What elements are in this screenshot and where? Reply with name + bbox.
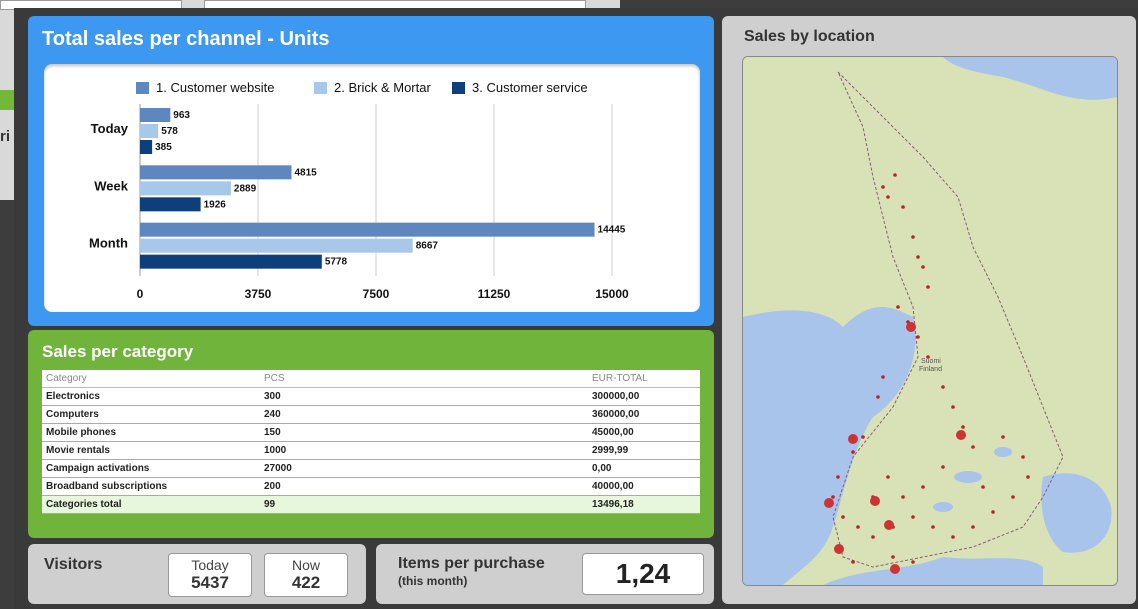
- column-header: EUR-TOTAL: [588, 370, 700, 388]
- bar-value-label: 578: [161, 126, 178, 137]
- map-label-suomi: Suomi: [921, 358, 941, 365]
- bar-value-label: 2889: [234, 183, 257, 194]
- category-name: Movie rentals: [42, 441, 260, 460]
- x-tick-label: 7500: [363, 287, 390, 301]
- category-pcs: 27000: [260, 459, 588, 478]
- bar-value-label: 4815: [295, 167, 318, 178]
- channel-sales-panel: Total sales per channel - Units 1. Custo…: [28, 16, 714, 326]
- category-table: Category PCS EUR-TOTAL Electronics 300 3…: [42, 370, 700, 514]
- category-name: Broadband subscriptions: [42, 477, 260, 496]
- channel-bar-chart: 1. Customer website 2. Brick & Mortar 3. C…: [89, 80, 629, 301]
- bar: [140, 197, 201, 212]
- bar-value-label: 14445: [598, 225, 626, 236]
- bar: [140, 254, 322, 269]
- x-tick-label: 15000: [595, 287, 629, 301]
- category-eur: 2999,99: [588, 441, 700, 460]
- bar-value-label: 385: [155, 142, 172, 153]
- bar: [140, 165, 292, 180]
- bar: [140, 181, 231, 196]
- bar: [140, 108, 171, 122]
- lake: [954, 471, 982, 483]
- x-tick-label: 0: [137, 287, 144, 301]
- table-total-row: Categories total 99 13496,18: [42, 495, 700, 514]
- channel-panel-title: Total sales per channel - Units: [42, 28, 330, 50]
- category-label: Week: [94, 178, 128, 193]
- category-pcs: 150: [260, 423, 588, 442]
- table-row: Electronics 300 300000,00: [42, 387, 700, 406]
- legend-swatch: [136, 82, 149, 94]
- category-eur: 40000,00: [588, 477, 700, 496]
- visitors-now-label: Now: [291, 557, 320, 573]
- category-pcs: 300: [260, 387, 588, 406]
- background-green-block: [0, 90, 14, 110]
- legend-label: 3. Customer service: [472, 80, 588, 95]
- map-label-finland: Finland: [919, 366, 942, 373]
- bar-value-label: 963: [173, 110, 190, 121]
- visitors-title: Visitors: [44, 556, 103, 573]
- map-graphic: Suomi Finland: [743, 57, 1117, 585]
- items-subtitle: (this month): [398, 574, 468, 588]
- visitors-today-label: Today: [191, 557, 229, 573]
- total-eur: 13496,18: [588, 495, 700, 514]
- lake: [933, 502, 953, 512]
- column-header: Category: [42, 370, 260, 388]
- category-eur: 360000,00: [588, 405, 700, 424]
- category-sales-panel: Sales per category Category PCS EUR-TOTA…: [28, 330, 714, 538]
- total-pcs: 99: [260, 495, 588, 514]
- legend-label: 1. Customer website: [156, 80, 275, 95]
- table-row: Campaign activations 27000 0,00: [42, 459, 700, 478]
- location-panel: Sales by location Suomi Finland: [722, 16, 1136, 604]
- category-label: Month: [89, 236, 128, 251]
- visitors-today-value: 5437: [191, 573, 229, 592]
- bar: [140, 124, 159, 138]
- location-title: Sales by location: [744, 28, 875, 45]
- table-row: Broadband subscriptions 200 40000,00: [42, 477, 700, 496]
- bar-value-label: 1926: [204, 199, 227, 210]
- total-label: Categories total: [42, 495, 260, 514]
- items-title: Items per purchase: [398, 555, 545, 572]
- category-panel-title: Sales per category: [42, 342, 194, 361]
- category-eur: 300000,00: [588, 387, 700, 406]
- category-name: Mobile phones: [42, 423, 260, 442]
- x-tick-label: 3750: [245, 287, 272, 301]
- visitors-today-box: Today 5437: [168, 553, 252, 597]
- legend-swatch: [314, 82, 327, 94]
- lake: [994, 447, 1012, 457]
- table-row: Movie rentals 1000 2999,99: [42, 441, 700, 460]
- category-name: Computers: [42, 405, 260, 424]
- bar-value-label: 8667: [416, 241, 439, 252]
- x-tick-label: 11250: [478, 287, 511, 301]
- column-header: PCS: [260, 370, 588, 388]
- channel-chart: 1. Customer website 2. Brick & Mortar 3. C…: [44, 64, 700, 312]
- bar: [140, 238, 413, 253]
- table-row: Computers 240 360000,00: [42, 405, 700, 424]
- category-label: Today: [91, 121, 129, 136]
- items-per-purchase-panel: Items per purchase (this month) 1,24: [376, 544, 714, 604]
- category-name: Electronics: [42, 387, 260, 406]
- visitors-panel: Visitors Today 5437 Now 422: [28, 544, 366, 604]
- visitors-now-box: Now 422: [264, 553, 348, 597]
- legend-label: 2. Brick & Mortar: [334, 80, 431, 95]
- items-value: 1,24: [582, 553, 704, 595]
- category-pcs: 200: [260, 477, 588, 496]
- table-row: Mobile phones 150 45000,00: [42, 423, 700, 442]
- bar-value-label: 5778: [325, 257, 348, 268]
- finland-map[interactable]: Suomi Finland: [742, 56, 1118, 586]
- table-header-row: Category PCS EUR-TOTAL: [42, 370, 700, 388]
- category-eur: 45000,00: [588, 423, 700, 442]
- background-text-fragment: ri: [0, 128, 11, 145]
- category-name: Campaign activations: [42, 459, 260, 478]
- bar: [140, 222, 595, 237]
- category-pcs: 240: [260, 405, 588, 424]
- legend-swatch: [452, 82, 465, 94]
- category-pcs: 1000: [260, 441, 588, 460]
- visitors-now-value: 422: [291, 573, 321, 592]
- bar: [140, 140, 153, 154]
- category-eur: 0,00: [588, 459, 700, 478]
